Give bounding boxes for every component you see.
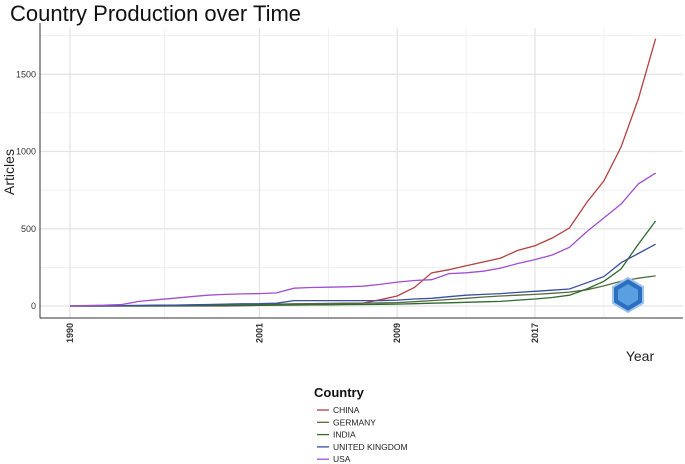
- line-chart: Country Production over Time 0 500 1000 150…: [1, 1, 683, 464]
- x-axis-label: Year: [626, 348, 655, 364]
- y-tick-label: 1500: [16, 69, 36, 79]
- series-line-china: [70, 38, 657, 307]
- series-lines: [69, 38, 657, 307]
- x-tick-label: 1990: [65, 323, 75, 343]
- series-line-india: [70, 220, 657, 307]
- grid: [40, 28, 683, 318]
- legend-title: Country: [314, 385, 365, 400]
- legend-label: USA: [333, 454, 351, 464]
- x-tick-label: 2009: [392, 323, 402, 343]
- legend-label: CHINA: [333, 405, 360, 415]
- y-tick-label: 0: [31, 301, 36, 311]
- y-tick-label: 1000: [16, 147, 36, 157]
- legend-label: UNITED KINGDOM: [333, 442, 408, 452]
- chart-container: Country Production over Time 0 500 1000 150…: [0, 0, 685, 464]
- axes: 0 500 1000 1500 1990 2001 2009 2017: [16, 23, 683, 343]
- chart-title: Country Production over Time: [10, 1, 301, 26]
- x-tick-label: 2017: [530, 323, 540, 343]
- legend-label: INDIA: [333, 430, 356, 440]
- series-line-united-kingdom: [69, 243, 656, 307]
- series-line-germany: [70, 275, 656, 307]
- series-line-usa: [69, 172, 656, 307]
- y-axis-label: Articles: [1, 149, 17, 195]
- x-tick-label: 2001: [254, 323, 264, 343]
- y-tick-label: 500: [21, 224, 36, 234]
- legend: Country CHINA GERMANY INDIA UNITED KINGDOM U…: [314, 385, 408, 464]
- legend-label: GERMANY: [333, 417, 376, 427]
- watermark-logo-icon: [612, 276, 644, 314]
